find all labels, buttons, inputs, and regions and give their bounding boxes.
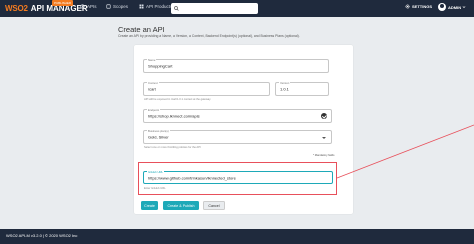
scopes-icon	[106, 4, 111, 9]
business-plans-select[interactable]: Business plan(s) Gold, Silver	[143, 129, 332, 144]
version-field-value[interactable]: 1.0.1	[280, 87, 289, 92]
publisher-badge: PUBLISHER	[52, 0, 74, 6]
page-title: Create an API	[118, 25, 165, 34]
search-input[interactable]	[180, 4, 258, 13]
nav-scopes-label: Scopes	[113, 4, 129, 9]
dropdown-arrow-icon[interactable]	[322, 137, 326, 139]
nav-apis-label: APIs	[87, 4, 97, 9]
page-description: Create an API by providing a Name, a Ver…	[118, 34, 300, 38]
context-field-label: Context	[147, 81, 159, 85]
wso2-logo: WSO2	[5, 4, 28, 13]
name-field-value[interactable]: ShoppingCart	[148, 64, 172, 69]
apis-icon	[80, 4, 85, 9]
business-plans-helper-text: Select one or more throttling policies f…	[144, 146, 201, 149]
nav-api-products[interactable]: API Products	[139, 4, 172, 9]
gear-icon	[405, 4, 410, 9]
chevron-down-icon	[462, 6, 466, 9]
top-app-bar: WSO2 API MANAGER PUBLISHER APIs Scopes A…	[0, 0, 474, 17]
api-products-icon	[139, 4, 144, 9]
nav-scopes[interactable]: Scopes	[106, 4, 128, 9]
nav-api-products-label: API Products	[146, 4, 173, 9]
create-and-publish-button[interactable]: Create & Publish	[163, 201, 199, 210]
user-menu[interactable]: ADMIN	[438, 3, 466, 11]
settings-label: SETTINGS	[412, 4, 433, 9]
search-box[interactable]	[171, 3, 258, 14]
endpoint-field-value[interactable]: https://shop.lknnect.com/apis	[148, 114, 200, 119]
create-button[interactable]: Create	[141, 201, 158, 210]
nav-apis[interactable]: APIs	[80, 4, 97, 9]
name-field[interactable]: Name ShoppingCart	[143, 58, 329, 73]
version-field[interactable]: Version 1.0.1	[275, 81, 329, 96]
footer: WSO2 API-M v3.2.0 | © 2020 WSO2 Inc	[0, 229, 474, 244]
context-field-value[interactable]: /cart	[148, 87, 156, 92]
annotation-highlight-box	[138, 162, 337, 195]
search-icon	[174, 6, 179, 11]
business-plans-value[interactable]: Gold, Silver	[148, 135, 169, 140]
settings-button[interactable]: SETTINGS	[405, 4, 432, 9]
check-circle-icon	[321, 113, 327, 119]
avatar	[438, 3, 446, 11]
context-field[interactable]: Context /cart	[143, 81, 270, 96]
footer-text: WSO2 API-M v3.2.0 | © 2020 WSO2 Inc	[6, 233, 78, 238]
endpoint-field-label: Endpoint	[147, 108, 161, 112]
endpoint-field[interactable]: Endpoint https://shop.lknnect.com/apis	[143, 108, 332, 123]
business-plans-label: Business plan(s)	[147, 129, 170, 133]
mandatory-fields-note: * Mandatory fields	[313, 154, 335, 157]
cancel-button[interactable]: Cancel	[203, 201, 225, 210]
app-logo[interactable]: WSO2 API MANAGER PUBLISHER	[5, 0, 88, 15]
name-field-label: Name	[147, 58, 157, 62]
version-field-label: Version	[279, 81, 291, 85]
user-name: ADMIN	[448, 4, 462, 10]
context-helper-text: API will be exposed in /cart/1.0.1 conte…	[144, 98, 211, 101]
